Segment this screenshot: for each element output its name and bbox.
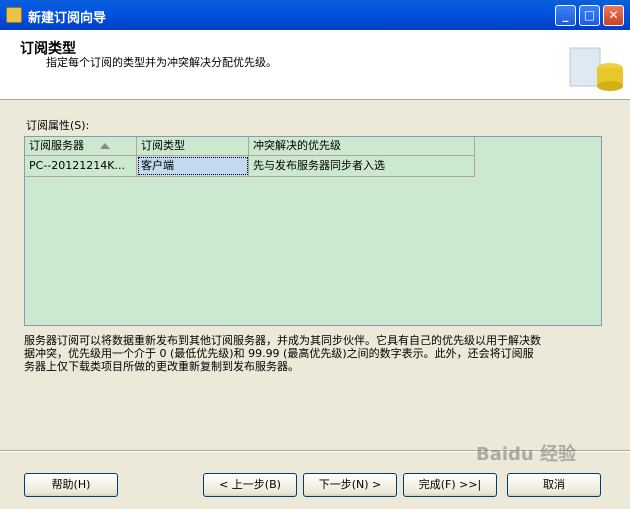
close-button[interactable]: ✕ xyxy=(603,5,624,26)
column-header-subscription-type[interactable]: 订阅类型 xyxy=(137,137,249,155)
sort-ascending-icon xyxy=(100,143,110,149)
minimize-button[interactable]: _ xyxy=(555,5,576,26)
subscription-grid[interactable]: 订阅服务器 订阅类型 冲突解决的优先级 PC--20121214K... 客户端… xyxy=(24,136,602,326)
subscription-type-cell[interactable]: 客户端 xyxy=(137,156,249,176)
table-row[interactable]: PC--20121214K... 客户端 先与发布服务器同步者入选 xyxy=(25,156,475,177)
subscription-properties-label: 订阅属性(S): xyxy=(26,119,90,132)
database-logo-icon xyxy=(569,47,623,91)
wizard-header: 订阅类型 指定每个订阅的类型并为冲突解决分配优先级。 xyxy=(0,30,630,100)
column-header-subscriber[interactable]: 订阅服务器 xyxy=(25,137,137,155)
description-line: 据冲突，优先级用一个介于 0 (最低优先级)和 99.99 (最高优先级)之间的… xyxy=(24,347,534,360)
description-line: 服务器订阅可以将数据重新发布到其他订阅服务器，并成为其同步伙伴。它具有自己的优先… xyxy=(24,334,541,347)
watermark: Baidu 经验 xyxy=(476,444,577,465)
description-text: 服务器订阅可以将数据重新发布到其他订阅服务器，并成为其同步伙伴。它具有自己的优先… xyxy=(24,334,602,373)
help-button[interactable]: 帮助(H) xyxy=(24,473,118,497)
cancel-button[interactable]: 取消 xyxy=(507,473,601,497)
window-title: 新建订阅向导 xyxy=(28,11,107,26)
grid-header: 订阅服务器 订阅类型 冲突解决的优先级 xyxy=(25,137,475,156)
description-line: 务器上仅下载类项目所做的更改重新复制到发布服务器。 xyxy=(24,360,299,373)
next-button[interactable]: 下一步(N) > xyxy=(303,473,397,497)
finish-button[interactable]: 完成(F) >>| xyxy=(403,473,497,497)
app-icon xyxy=(6,7,22,23)
conflict-priority-cell[interactable]: 先与发布服务器同步者入选 xyxy=(249,156,475,176)
back-button[interactable]: < 上一步(B) xyxy=(203,473,297,497)
maximize-button[interactable]: □ xyxy=(579,5,600,26)
subscriber-cell[interactable]: PC--20121214K... xyxy=(25,156,137,176)
column-header-conflict-priority[interactable]: 冲突解决的优先级 xyxy=(249,137,475,155)
title-bar: 新建订阅向导 _ □ ✕ xyxy=(0,0,630,30)
page-subtitle: 指定每个订阅的类型并为冲突解决分配优先级。 xyxy=(46,56,277,69)
